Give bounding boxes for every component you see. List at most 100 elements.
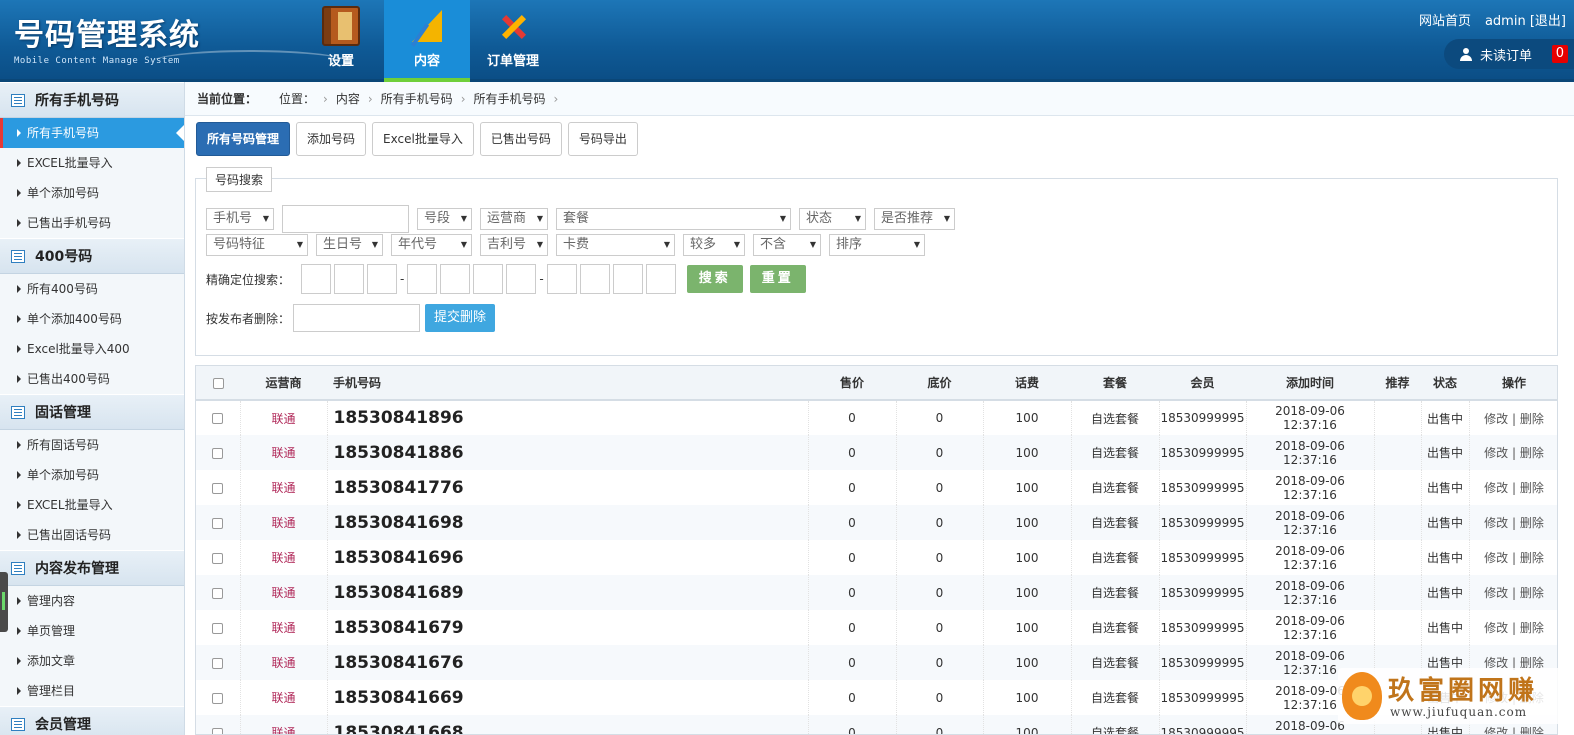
- breadcrumb-item[interactable]: 内容: [336, 90, 360, 107]
- edit-link[interactable]: 修改: [1484, 446, 1508, 460]
- select-all-checkbox[interactable]: [212, 377, 224, 389]
- status-select[interactable]: 状态: [799, 208, 866, 230]
- cell-member: 18530999995: [1159, 400, 1247, 435]
- logout-link[interactable]: [退出]: [1530, 14, 1566, 29]
- sidebar-item-add-landline[interactable]: 单个添加号码: [0, 460, 184, 490]
- card-fee-select[interactable]: 卡费: [556, 234, 675, 256]
- delete-link[interactable]: 删除: [1520, 586, 1544, 600]
- sidebar-item-sold-landline[interactable]: 已售出固话号码: [0, 520, 184, 550]
- digit-input[interactable]: [579, 264, 610, 294]
- table-row: 联通 18530841698 0 0 100 自选套餐 18530999995 2018-09…: [196, 505, 1557, 540]
- sidebar-group-mobile[interactable]: 所有手机号码: [0, 82, 184, 118]
- delete-link[interactable]: 删除: [1520, 621, 1544, 635]
- row-checkbox[interactable]: [212, 482, 224, 494]
- digit-input[interactable]: [407, 264, 438, 294]
- unread-orders-button[interactable]: 未读订单 0: [1444, 39, 1574, 69]
- feature-select[interactable]: 号码特征: [206, 234, 308, 256]
- edit-link[interactable]: 修改: [1484, 516, 1508, 530]
- exclude-select[interactable]: 不含: [753, 234, 821, 256]
- edit-link[interactable]: 修改: [1484, 726, 1508, 734]
- search-button[interactable]: 搜索: [686, 265, 743, 293]
- plan-select[interactable]: 套餐: [556, 208, 791, 230]
- row-checkbox[interactable]: [212, 657, 224, 669]
- sidebar-item-manage-column[interactable]: 管理栏目: [0, 676, 184, 706]
- sidebar-item-all-mobile[interactable]: 所有手机号码: [0, 118, 184, 148]
- cell-rec: [1374, 470, 1422, 505]
- delete-link[interactable]: 删除: [1520, 551, 1544, 565]
- keyword-input[interactable]: [282, 205, 409, 233]
- sidebar-item-sold-400[interactable]: 已售出400号码: [0, 364, 184, 394]
- row-checkbox[interactable]: [212, 587, 224, 599]
- sidebar-group-400[interactable]: 400号码: [0, 238, 184, 274]
- edit-link[interactable]: 修改: [1484, 586, 1508, 600]
- sidebar-item-excel-400[interactable]: Excel批量导入400: [0, 334, 184, 364]
- digit-input[interactable]: [473, 264, 504, 294]
- side-collapse-handle[interactable]: [0, 572, 8, 632]
- sidebar-item-all-landline[interactable]: 所有固话号码: [0, 430, 184, 460]
- edit-link[interactable]: 修改: [1484, 412, 1508, 426]
- sidebar-item-single-page[interactable]: 单页管理: [0, 616, 184, 646]
- nav-content[interactable]: 内容: [384, 0, 470, 82]
- digit-input[interactable]: [301, 264, 332, 294]
- digit-input[interactable]: [546, 264, 577, 294]
- delete-link[interactable]: 删除: [1520, 516, 1544, 530]
- edit-link[interactable]: 修改: [1484, 551, 1508, 565]
- sidebar-item-all-400[interactable]: 所有400号码: [0, 274, 184, 304]
- row-checkbox[interactable]: [212, 413, 224, 424]
- digit-input[interactable]: [506, 264, 537, 294]
- sidebar-item-add-article[interactable]: 添加文章: [0, 646, 184, 676]
- sidebar-item-sold-mobile[interactable]: 已售出手机号码: [0, 208, 184, 238]
- site-home-link[interactable]: 网站首页: [1419, 10, 1471, 29]
- breadcrumb-item[interactable]: 所有手机号码: [381, 90, 453, 107]
- row-checkbox[interactable]: [212, 727, 224, 734]
- lucky-select[interactable]: 吉利号: [480, 234, 548, 256]
- delete-link[interactable]: 删除: [1520, 446, 1544, 460]
- nav-label: 订单管理: [486, 54, 539, 69]
- sidebar-item-manage-content[interactable]: 管理内容: [0, 586, 184, 616]
- delete-link[interactable]: 删除: [1520, 481, 1544, 495]
- cell-member: 18530999995: [1159, 645, 1247, 680]
- digit-input[interactable]: [334, 264, 365, 294]
- tab-export[interactable]: 号码导出: [567, 122, 638, 156]
- reset-button[interactable]: 重置: [749, 265, 806, 293]
- edit-link[interactable]: 修改: [1484, 621, 1508, 635]
- row-checkbox[interactable]: [212, 622, 224, 634]
- sidebar-item-excel-import[interactable]: EXCEL批量导入: [0, 148, 184, 178]
- more-select[interactable]: 较多: [683, 234, 745, 256]
- digit-input[interactable]: [367, 264, 398, 294]
- sort-select[interactable]: 排序: [829, 234, 925, 256]
- carrier-select[interactable]: 运营商: [480, 208, 548, 230]
- sidebar-group-members[interactable]: 会员管理: [0, 706, 184, 735]
- publisher-input[interactable]: [293, 304, 421, 332]
- row-checkbox[interactable]: [212, 517, 224, 529]
- row-checkbox[interactable]: [212, 447, 224, 459]
- breadcrumb-item[interactable]: 所有手机号码: [474, 90, 546, 107]
- birthday-select[interactable]: 生日号: [316, 234, 383, 256]
- cell-rec: [1374, 435, 1422, 470]
- segment-select[interactable]: 号段: [417, 208, 472, 230]
- year-select[interactable]: 年代号: [391, 234, 472, 256]
- sidebar-group-content[interactable]: 内容发布管理: [0, 550, 184, 586]
- precise-search-row: 精确定位搜索： - - 搜索 重置: [206, 264, 806, 294]
- digit-input[interactable]: [440, 264, 471, 294]
- delete-link[interactable]: 删除: [1520, 412, 1544, 426]
- delete-link[interactable]: 删除: [1520, 726, 1544, 734]
- recommend-select[interactable]: 是否推荐: [874, 208, 955, 230]
- edit-link[interactable]: 修改: [1484, 481, 1508, 495]
- row-checkbox[interactable]: [212, 692, 224, 704]
- tab-excel-import[interactable]: Excel批量导入: [372, 122, 474, 156]
- tab-sold-numbers[interactable]: 已售出号码: [479, 122, 562, 156]
- sidebar-group-landline[interactable]: 固话管理: [0, 394, 184, 430]
- row-checkbox[interactable]: [212, 552, 224, 564]
- nav-orders[interactable]: 订单管理: [470, 0, 556, 82]
- digit-input[interactable]: [645, 264, 676, 294]
- sidebar-item-add-400[interactable]: 单个添加400号码: [0, 304, 184, 334]
- sidebar-item-excel-landline[interactable]: EXCEL批量导入: [0, 490, 184, 520]
- field-select[interactable]: 手机号: [206, 208, 274, 230]
- nav-settings[interactable]: 设置: [298, 0, 384, 82]
- sidebar-item-add-single[interactable]: 单个添加号码: [0, 178, 184, 208]
- tab-all-numbers[interactable]: 所有号码管理: [196, 122, 291, 156]
- tab-add-number[interactable]: 添加号码: [296, 122, 367, 156]
- digit-input[interactable]: [612, 264, 643, 294]
- submit-delete-button[interactable]: 提交删除: [425, 304, 496, 332]
